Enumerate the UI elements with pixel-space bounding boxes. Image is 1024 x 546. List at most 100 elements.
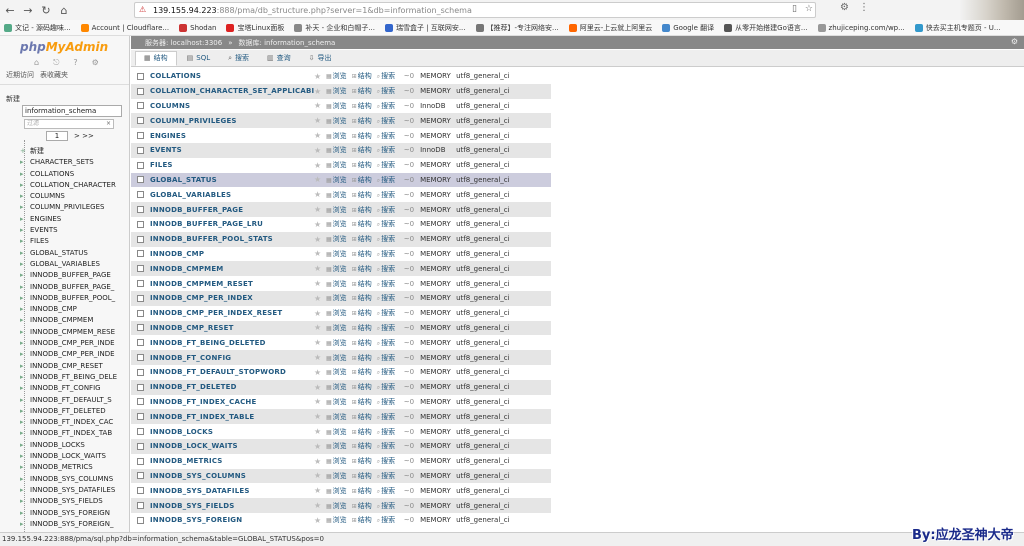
browse-action[interactable]: ▦浏览: [326, 205, 347, 215]
browse-action[interactable]: ▦浏览: [326, 249, 347, 259]
table-name-link[interactable]: GLOBAL_STATUS: [150, 176, 314, 184]
browse-action[interactable]: ▦浏览: [326, 397, 347, 407]
structure-action[interactable]: ⊞结构: [352, 471, 372, 481]
structure-action[interactable]: ⊞结构: [352, 264, 372, 274]
favorite-star-icon[interactable]: ★: [314, 264, 326, 273]
search-action[interactable]: ⌕搜索: [377, 71, 395, 81]
tree-table-item[interactable]: ▸ INNODB_FT_INDEX_TAB: [20, 428, 129, 439]
row-checkbox[interactable]: [137, 383, 144, 391]
search-action[interactable]: ⌕搜索: [377, 145, 395, 155]
clear-filter-icon[interactable]: ×: [106, 120, 111, 128]
pma-logo[interactable]: phpMyAdmin: [20, 40, 108, 54]
row-checkbox[interactable]: [137, 294, 144, 302]
structure-action[interactable]: ⊞结构: [352, 131, 372, 141]
browse-action[interactable]: ▦浏览: [326, 501, 347, 511]
table-name-link[interactable]: ENGINES: [150, 132, 314, 140]
home-icon[interactable]: ⌂: [34, 58, 39, 68]
search-action[interactable]: ⌕搜索: [377, 501, 395, 511]
table-name-link[interactable]: FILES: [150, 161, 314, 169]
bookmark-item[interactable]: 瑞雪盒子 | 互联网安...: [385, 23, 466, 33]
browse-action[interactable]: ▦浏览: [326, 145, 347, 155]
table-name-link[interactable]: INNODB_CMP_PER_INDEX_RESET: [150, 309, 314, 317]
bookmark-item[interactable]: Google 翻译: [662, 23, 714, 33]
search-action[interactable]: ⌕搜索: [377, 264, 395, 274]
tree-table-item[interactable]: ▸ FILES: [20, 236, 129, 247]
tree-table-item[interactable]: ▸ INNODB_SYS_FOREIGN_: [20, 519, 129, 530]
reload-icon[interactable]: ↻: [38, 2, 54, 18]
table-name-link[interactable]: INNODB_FT_DEFAULT_STOPWORD: [150, 368, 314, 376]
table-name-link[interactable]: INNODB_SYS_FOREIGN: [150, 516, 314, 524]
table-name-link[interactable]: COLUMN_PRIVILEGES: [150, 117, 314, 125]
row-checkbox[interactable]: [137, 442, 144, 450]
browse-action[interactable]: ▦浏览: [326, 353, 347, 363]
favorite-star-icon[interactable]: ★: [314, 323, 326, 332]
recent-link[interactable]: 近期访问: [6, 70, 34, 80]
table-name-link[interactable]: INNODB_FT_BEING_DELETED: [150, 339, 314, 347]
browse-action[interactable]: ▦浏览: [326, 190, 347, 200]
favorite-star-icon[interactable]: ★: [314, 338, 326, 347]
search-action[interactable]: ⌕搜索: [377, 397, 395, 407]
tree-table-item[interactable]: ▸ CHARACTER_SETS: [20, 157, 129, 168]
search-action[interactable]: ⌕搜索: [377, 441, 395, 451]
tree-table-item[interactable]: ▸ COLUMN_PRIVILEGES: [20, 202, 129, 213]
row-checkbox[interactable]: [137, 309, 144, 317]
search-action[interactable]: ⌕搜索: [377, 353, 395, 363]
table-name-link[interactable]: INNODB_LOCK_WAITS: [150, 442, 314, 450]
favorite-star-icon[interactable]: ★: [314, 175, 326, 184]
search-action[interactable]: ⌕搜索: [377, 471, 395, 481]
favorite-star-icon[interactable]: ★: [314, 457, 326, 466]
search-action[interactable]: ⌕搜索: [377, 456, 395, 466]
structure-action[interactable]: ⊞结构: [352, 279, 372, 289]
search-action[interactable]: ⌕搜索: [377, 131, 395, 141]
table-name-link[interactable]: INNODB_SYS_COLUMNS: [150, 472, 314, 480]
search-action[interactable]: ⌕搜索: [377, 160, 395, 170]
favorite-star-icon[interactable]: ★: [314, 249, 326, 258]
search-action[interactable]: ⌕搜索: [377, 101, 395, 111]
crumb-database[interactable]: 数据库: information_schema: [238, 38, 335, 48]
table-filter-input[interactable]: 过滤 ×: [24, 119, 114, 129]
browse-action[interactable]: ▦浏览: [326, 264, 347, 274]
browse-action[interactable]: ▦浏览: [326, 456, 347, 466]
reader-icon[interactable]: ▯: [792, 4, 797, 14]
favorite-star-icon[interactable]: ★: [314, 383, 326, 392]
tree-table-item[interactable]: ▸ INNODB_FT_BEING_DELE: [20, 372, 129, 383]
structure-action[interactable]: ⊞结构: [352, 323, 372, 333]
search-action[interactable]: ⌕搜索: [377, 279, 395, 289]
structure-action[interactable]: ⊞结构: [352, 205, 372, 215]
structure-action[interactable]: ⊞结构: [352, 382, 372, 392]
table-name-link[interactable]: INNODB_FT_CONFIG: [150, 354, 314, 362]
browse-action[interactable]: ▦浏览: [326, 86, 347, 96]
favorite-star-icon[interactable]: ☆: [805, 4, 813, 14]
row-checkbox[interactable]: [137, 235, 144, 243]
structure-action[interactable]: ⊞结构: [352, 219, 372, 229]
tree-table-item[interactable]: ▸ ENGINES: [20, 214, 129, 225]
tab-4[interactable]: ⇩ 导出: [301, 51, 340, 66]
structure-action[interactable]: ⊞结构: [352, 441, 372, 451]
structure-action[interactable]: ⊞结构: [352, 101, 372, 111]
browse-action[interactable]: ▦浏览: [326, 234, 347, 244]
favorites-link[interactable]: 表收藏夹: [40, 70, 68, 80]
row-checkbox[interactable]: [137, 161, 144, 169]
table-name-link[interactable]: COLUMNS: [150, 102, 314, 110]
address-bar[interactable]: ⚠ 139.155.94.223 :888/pma/db_structure.p…: [134, 2, 816, 18]
tree-table-item[interactable]: ▸ INNODB_FT_INDEX_CAC: [20, 417, 129, 428]
browse-action[interactable]: ▦浏览: [326, 427, 347, 437]
structure-action[interactable]: ⊞结构: [352, 116, 372, 126]
table-name-link[interactable]: INNODB_BUFFER_PAGE: [150, 206, 314, 214]
bookmark-item[interactable]: 文记 - 源码趣味...: [4, 23, 71, 33]
row-checkbox[interactable]: [137, 398, 144, 406]
browse-action[interactable]: ▦浏览: [326, 382, 347, 392]
pager-next-links[interactable]: > >>: [74, 132, 94, 140]
table-name-link[interactable]: INNODB_CMP_RESET: [150, 324, 314, 332]
structure-action[interactable]: ⊞结构: [352, 338, 372, 348]
row-checkbox[interactable]: [137, 339, 144, 347]
favorite-star-icon[interactable]: ★: [314, 412, 326, 421]
row-checkbox[interactable]: [137, 102, 144, 110]
favorite-star-icon[interactable]: ★: [314, 471, 326, 480]
tab-2[interactable]: ⌕ 搜索: [220, 51, 257, 66]
favorite-star-icon[interactable]: ★: [314, 190, 326, 199]
table-name-link[interactable]: INNODB_METRICS: [150, 457, 314, 465]
bookmark-item[interactable]: 快去买主机专题页 - U...: [914, 23, 1001, 33]
favorite-star-icon[interactable]: ★: [314, 146, 326, 155]
bookmark-item[interactable]: zhujiceping.com/wp...: [817, 23, 905, 32]
